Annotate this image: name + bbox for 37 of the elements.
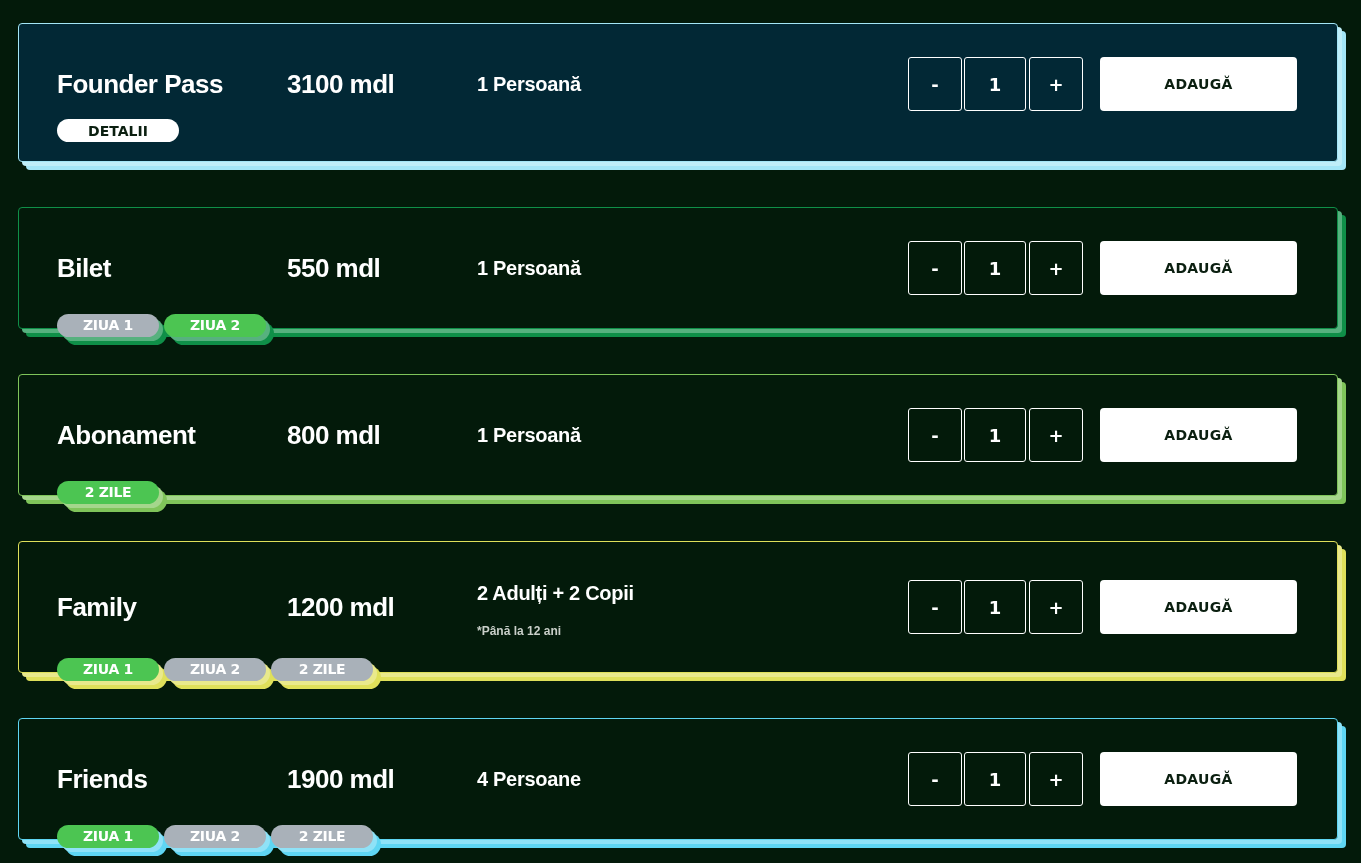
increase-button[interactable]: +	[1029, 752, 1083, 806]
decrease-button[interactable]: -	[908, 752, 962, 806]
ticket-name: Family	[57, 591, 138, 623]
ticket-persons: 4 Persoane	[477, 767, 581, 792]
details-button[interactable]: DETALII	[57, 119, 179, 142]
add-button[interactable]: ADAUGĂ	[1100, 408, 1297, 462]
quantity-field[interactable]: 1	[964, 408, 1026, 462]
quantity-field[interactable]: 1	[964, 580, 1026, 634]
add-button[interactable]: ADAUGĂ	[1100, 752, 1297, 806]
age-note: *Până la 12 ani	[477, 623, 563, 639]
ticket-persons: 2 Adulți + 2 Copii	[477, 581, 634, 606]
ticket-name: Friends	[57, 763, 149, 795]
add-button[interactable]: ADAUGĂ	[1100, 241, 1297, 295]
ticket-price: 1900 mdl	[287, 763, 396, 795]
decrease-button[interactable]: -	[908, 408, 962, 462]
ticket-persons: 1 Persoană	[477, 256, 581, 281]
ticket-price: 1200 mdl	[287, 591, 396, 623]
quantity-field[interactable]: 1	[964, 57, 1026, 111]
increase-button[interactable]: +	[1029, 57, 1083, 111]
increase-button[interactable]: +	[1029, 408, 1083, 462]
ticket-name: Abonament	[57, 419, 197, 451]
increase-button[interactable]: +	[1029, 241, 1083, 295]
ticket-name: Founder Pass	[57, 68, 224, 100]
add-button[interactable]: ADAUGĂ	[1100, 57, 1297, 111]
ticket-price: 800 mdl	[287, 419, 382, 451]
decrease-button[interactable]: -	[908, 580, 962, 634]
ticket-persons: 1 Persoană	[477, 72, 581, 97]
ticket-price: 3100 mdl	[287, 68, 396, 100]
decrease-button[interactable]: -	[908, 57, 962, 111]
increase-button[interactable]: +	[1029, 580, 1083, 634]
quantity-field[interactable]: 1	[964, 752, 1026, 806]
decrease-button[interactable]: -	[908, 241, 962, 295]
quantity-field[interactable]: 1	[964, 241, 1026, 295]
ticket-name: Bilet	[57, 252, 112, 284]
ticket-persons: 1 Persoană	[477, 423, 581, 448]
ticket-price: 550 mdl	[287, 252, 382, 284]
add-button[interactable]: ADAUGĂ	[1100, 580, 1297, 634]
